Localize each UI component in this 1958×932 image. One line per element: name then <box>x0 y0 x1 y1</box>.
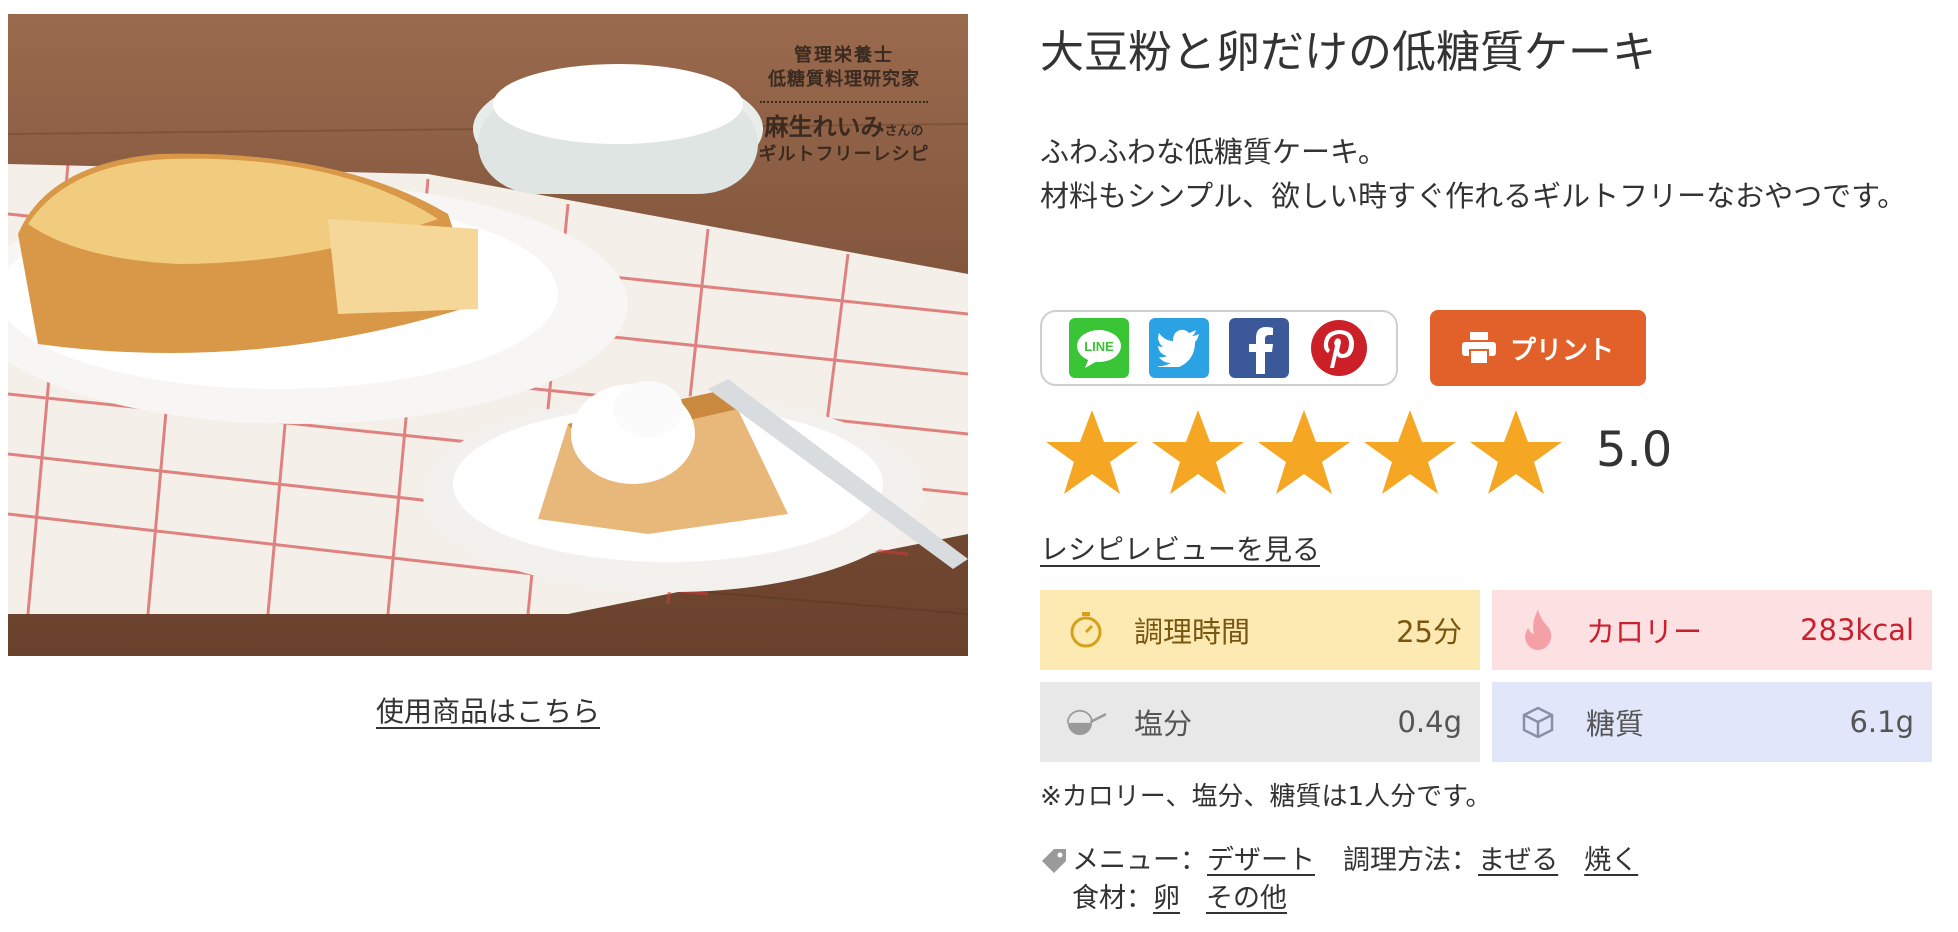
print-button[interactable]: プリント <box>1430 310 1646 386</box>
badge-divider <box>760 100 928 103</box>
badge-line-2: 低糖質料理研究家 <box>768 69 920 91</box>
description-line-2: 材料もシンプル、欲しい時すぐ作れるギルトフリーなおやつです。 <box>1040 179 1907 213</box>
salt-spoon-icon <box>1066 702 1106 742</box>
badge-line-4: ギルトフリーレシピ <box>758 143 930 165</box>
stat-label: 塩分 <box>1134 707 1193 741</box>
stat-cooking-time: 調理時間 25分 <box>1040 590 1480 670</box>
recipe-photo: 管理栄養士 低糖質料理研究家 麻生れいみさんの ギルトフリーレシピ <box>8 14 968 656</box>
tag-link-egg[interactable]: 卵 <box>1153 880 1180 918</box>
flame-icon <box>1518 610 1558 650</box>
recipe-tags: メニュー： デザート 調理方法： まぜる 焼く 食材： 卵 その他 <box>1040 842 1638 918</box>
recipe-description: ふわふわな低糖質ケーキ。 材料もシンプル、欲しい時すぐ作れるギルトフリーなおやつ… <box>1040 130 1940 218</box>
recipe-title: 大豆粉と卵だけの低糖質ケーキ <box>1040 27 1656 78</box>
tag-link-other[interactable]: その他 <box>1206 880 1287 918</box>
badge-author-name: 麻生れいみさんの <box>754 111 934 143</box>
star-icon <box>1470 410 1562 494</box>
method-label: 調理方法： <box>1343 845 1478 876</box>
stat-value: 6.1g <box>1849 705 1914 739</box>
star-icon <box>1046 410 1138 494</box>
description-line-1: ふわふわな低糖質ケーキ。 <box>1040 135 1387 169</box>
stat-sugar: 糖質 6.1g <box>1492 682 1932 762</box>
facebook-icon[interactable] <box>1229 318 1289 378</box>
badge-line-1: 管理栄養士 <box>794 45 894 66</box>
stat-value: 0.4g <box>1397 705 1462 739</box>
star-icon <box>1364 410 1456 494</box>
menu-label: メニュー： <box>1072 845 1207 876</box>
star-icon <box>1258 410 1350 494</box>
tag-link-bake[interactable]: 焼く <box>1584 842 1638 880</box>
star-icon <box>1152 410 1244 494</box>
review-link[interactable]: レシピレビューを見る <box>1040 528 1320 568</box>
author-name-suffix: さんの <box>884 123 924 139</box>
rating-stars <box>1044 408 1564 496</box>
stat-label: カロリー <box>1586 615 1703 649</box>
twitter-icon[interactable] <box>1149 318 1209 378</box>
stat-value: 283kcal <box>1800 613 1914 647</box>
ingredient-label: 食材： <box>1072 883 1153 914</box>
products-link[interactable]: 使用商品はこちら <box>376 690 600 730</box>
share-buttons: LINE <box>1040 310 1398 386</box>
rating-value: 5.0 <box>1596 422 1673 478</box>
printer-icon <box>1461 332 1496 364</box>
tag-link-mix[interactable]: まぜる <box>1478 842 1558 880</box>
author-name: 麻生れいみ <box>764 112 885 141</box>
stat-label: 調理時間 <box>1134 615 1251 649</box>
nutrition-note: ※カロリー、塩分、糖質は1人分です。 <box>1040 782 1492 812</box>
stat-calorie: カロリー 283kcal <box>1492 590 1932 670</box>
tag-link-dessert[interactable]: デザート <box>1207 842 1315 880</box>
stat-value: 25分 <box>1396 615 1462 649</box>
print-button-label: プリント <box>1509 335 1614 366</box>
tags-row-2: 食材： 卵 その他 <box>1040 880 1638 918</box>
line-icon[interactable]: LINE <box>1069 318 1129 378</box>
stat-label: 糖質 <box>1586 707 1645 741</box>
timer-icon <box>1066 610 1106 650</box>
sugar-cube-icon <box>1518 702 1558 742</box>
line-icon-label: LINE <box>1084 339 1114 354</box>
author-badge: 管理栄養士 低糖質料理研究家 麻生れいみさんの ギルトフリーレシピ <box>754 44 934 167</box>
stat-salt: 塩分 0.4g <box>1040 682 1480 762</box>
tag-icon <box>1042 849 1066 873</box>
tags-row-1: メニュー： デザート 調理方法： まぜる 焼く <box>1040 842 1638 880</box>
pinterest-icon[interactable] <box>1309 318 1369 378</box>
